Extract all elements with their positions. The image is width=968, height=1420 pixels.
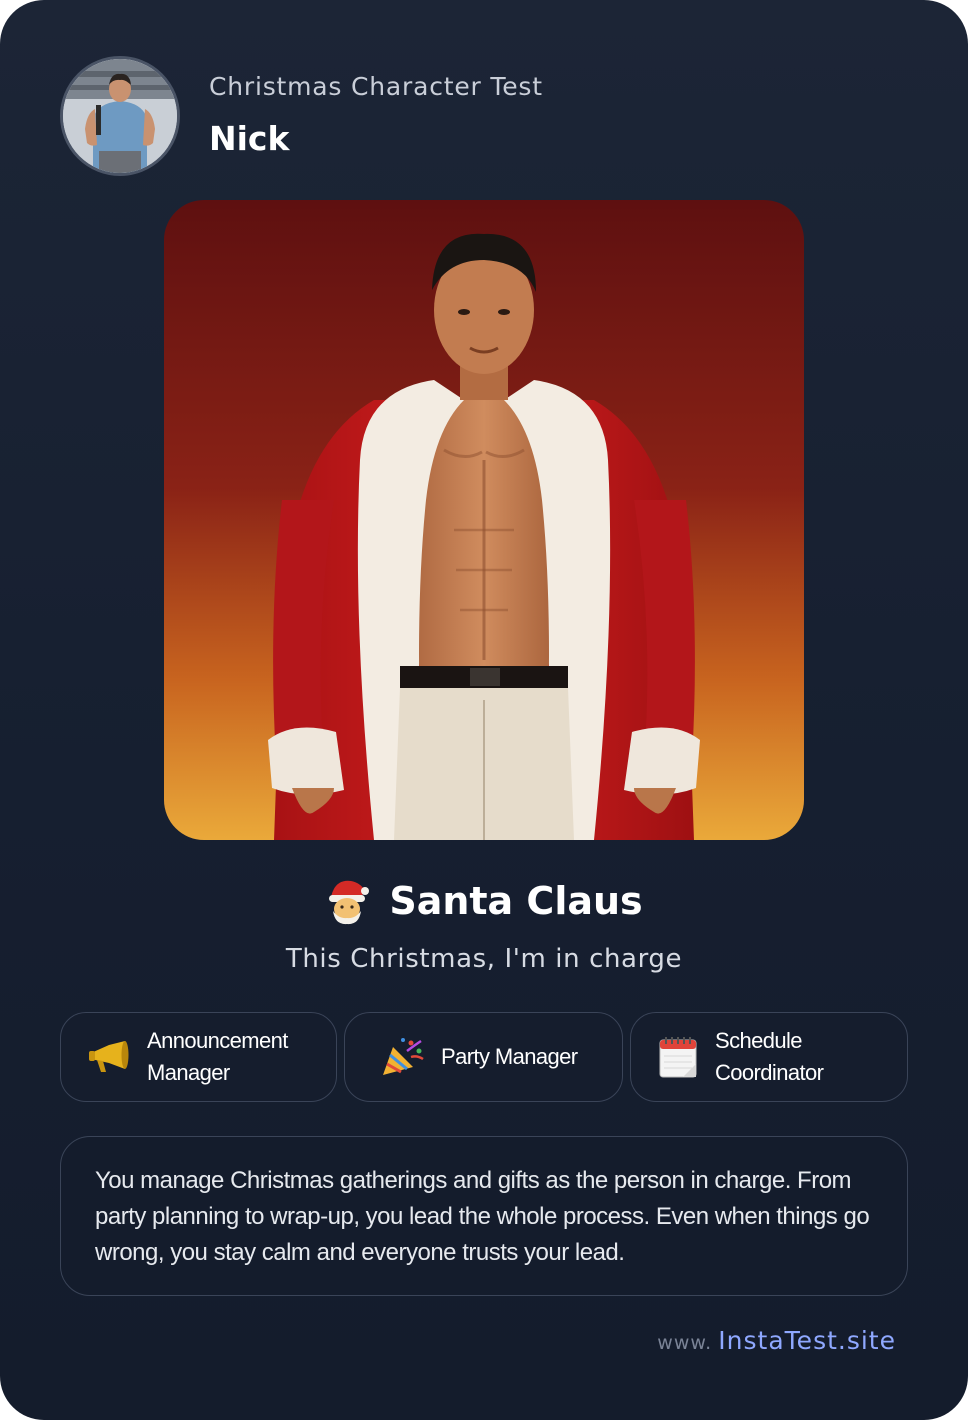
user-name: Nick	[209, 119, 290, 158]
role-label-line2: Coordinator	[715, 1060, 824, 1085]
role-label-line1: Announcement	[147, 1028, 288, 1053]
footer-prefix: www.	[657, 1332, 713, 1354]
calendar-icon	[659, 1036, 697, 1078]
user-avatar	[60, 56, 180, 176]
role-chip-announcement-manager: Announcement Manager	[60, 1012, 337, 1102]
site-footer: www. InstaTest.site	[657, 1326, 896, 1355]
character-description-box: You manage Christmas gatherings and gift…	[60, 1136, 908, 1296]
santa-emoji-icon	[329, 880, 370, 925]
character-description: You manage Christmas gatherings and gift…	[95, 1167, 870, 1266]
test-title: Christmas Character Test	[209, 72, 543, 101]
megaphone-icon	[87, 1039, 129, 1075]
role-label-line1: Party Manager	[441, 1044, 578, 1069]
result-heading: Santa Claus	[0, 872, 968, 930]
site-link[interactable]: InstaTest.site	[718, 1326, 896, 1355]
character-result-image	[164, 200, 804, 840]
result-card: Christmas Character Test Nick Santa Clau…	[0, 0, 968, 1420]
character-name: Santa Claus	[389, 879, 643, 923]
role-label-line1: Schedule	[715, 1028, 803, 1053]
role-chip-party-manager: Party Manager	[344, 1012, 623, 1102]
role-label-line2: Manager	[147, 1060, 230, 1085]
party-popper-icon	[381, 1037, 425, 1077]
role-chip-schedule-coordinator: Schedule Coordinator	[630, 1012, 908, 1102]
character-tagline: This Christmas, I'm in charge	[285, 944, 683, 974]
